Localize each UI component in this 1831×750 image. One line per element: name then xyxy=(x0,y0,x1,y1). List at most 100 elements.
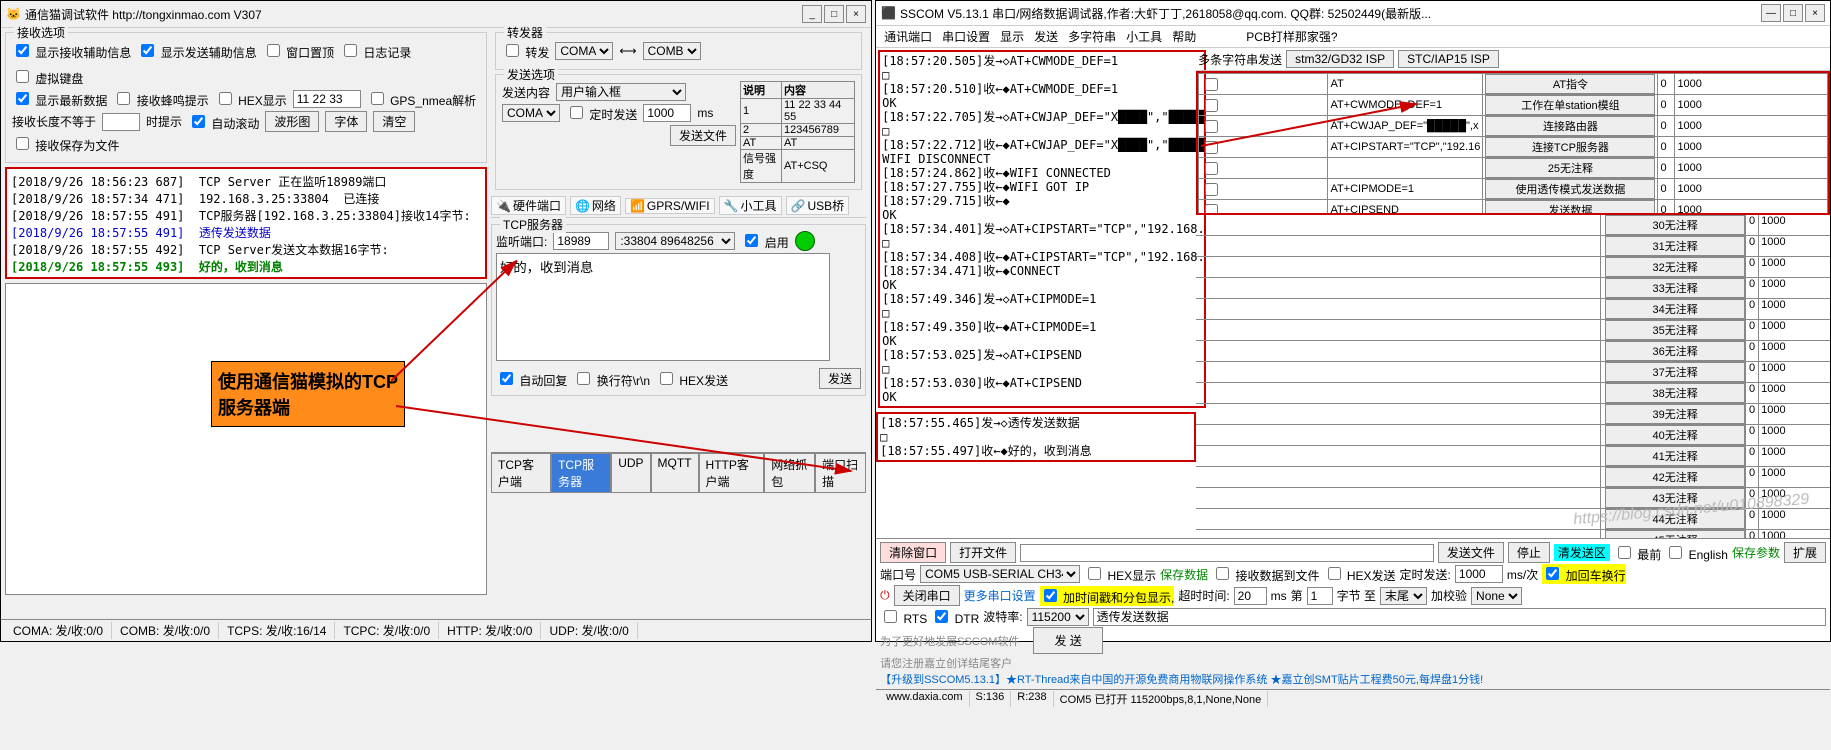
recv-len-input[interactable] xyxy=(102,113,140,131)
menu-item-2[interactable]: 显示 xyxy=(1000,28,1024,45)
send-text-input[interactable] xyxy=(1093,608,1826,626)
extend-button[interactable]: 扩展 xyxy=(1784,542,1826,563)
send-content-label: 发送内容 xyxy=(502,84,550,101)
menu-item-6[interactable]: 帮助 xyxy=(1172,28,1196,45)
clear-window-button[interactable]: 清除窗口 xyxy=(880,542,946,563)
log-record[interactable]: 日志记录 xyxy=(340,41,411,61)
file-path-input[interactable] xyxy=(1020,544,1434,562)
hex-send-r[interactable]: HEX发送 xyxy=(1324,564,1396,584)
open-file-button[interactable]: 打开文件 xyxy=(950,542,1016,563)
isp2-button[interactable]: STC/IAP15 ISP xyxy=(1398,50,1499,68)
wave-button[interactable]: 波形图 xyxy=(265,111,319,132)
menu-item-7[interactable]: PCB打样那家强? xyxy=(1246,28,1337,45)
auto-reply[interactable]: 自动回复 xyxy=(496,369,567,389)
interval-input[interactable] xyxy=(643,104,691,122)
forward-checkbox[interactable]: 转发 xyxy=(502,41,549,61)
command-table[interactable]: ATAT指令01000AT+CWMODE_DEF=1工作在单station模组0… xyxy=(1198,73,1828,215)
newline[interactable]: 换行符\r\n xyxy=(573,369,650,389)
hex-value-input[interactable] xyxy=(293,90,361,108)
english-checkbox[interactable]: English xyxy=(1665,543,1728,562)
usb-button[interactable]: 🔗USB桥 xyxy=(786,196,850,215)
maximize-button[interactable]: □ xyxy=(824,5,844,23)
timeout-input[interactable] xyxy=(1234,587,1267,605)
tab-0[interactable]: TCP客户端 xyxy=(491,453,551,493)
listen-port-input[interactable] xyxy=(553,232,609,250)
menu-item-4[interactable]: 多字符串 xyxy=(1068,28,1116,45)
sscom-window: ⬛ SSCOM V5.13.1 串口/网络数据调试器,作者:大虾丁丁,26180… xyxy=(875,0,1831,642)
send-mode-select[interactable]: 用户输入框 xyxy=(556,83,686,101)
sscom-minimize[interactable]: — xyxy=(1761,4,1781,22)
more-settings[interactable]: 更多串口设置 xyxy=(964,587,1036,604)
preset-table[interactable]: 说明内容 111 22 33 44 55 2123456789 ATAT 信号强… xyxy=(740,81,855,183)
send-main-button[interactable]: 发 送 xyxy=(1033,627,1102,654)
tab-6[interactable]: 端口扫描 xyxy=(815,453,866,493)
window-front[interactable]: 窗口置顶 xyxy=(263,41,334,61)
recv-options-title: 接收选项 xyxy=(14,24,68,41)
tab-4[interactable]: HTTP客户端 xyxy=(699,453,765,493)
virtual-kb[interactable]: 虚拟键盘 xyxy=(12,67,83,87)
auto-newline[interactable]: 加回车换行 xyxy=(1542,564,1625,584)
check-select[interactable]: None xyxy=(1471,587,1522,605)
hex-show-r[interactable]: HEX显示 xyxy=(1084,564,1156,584)
enable-checkbox[interactable]: 启用 xyxy=(741,231,788,251)
status-tcpc: TCPC: 发/收:0/0 xyxy=(335,622,439,639)
send-file-button[interactable]: 发送文件 xyxy=(670,125,736,146)
gps-parse[interactable]: GPS_nmea解析 xyxy=(367,89,476,109)
tab-2[interactable]: UDP xyxy=(611,453,650,493)
log-empty-area[interactable] xyxy=(5,283,487,595)
menu-item-0[interactable]: 通讯端口 xyxy=(884,28,932,45)
auto-scroll[interactable]: 自动滚动 xyxy=(188,112,259,132)
clear-send-button[interactable]: 清发送区 xyxy=(1554,544,1610,561)
front-checkbox[interactable]: 最前 xyxy=(1614,543,1661,563)
hex-send[interactable]: HEX发送 xyxy=(656,369,728,389)
forward-src[interactable]: COMA xyxy=(555,42,613,60)
clear-button[interactable]: 清空 xyxy=(373,111,415,132)
timed-input[interactable] xyxy=(1455,565,1503,583)
timed-send[interactable]: 定时发送 xyxy=(566,103,637,123)
hex-show[interactable]: HEX显示 xyxy=(215,89,287,109)
forward-dst[interactable]: COMB xyxy=(643,42,701,60)
close-port-button[interactable]: 关闭串口 xyxy=(894,585,960,606)
stop-button[interactable]: 停止 xyxy=(1508,542,1550,563)
font-button[interactable]: 字体 xyxy=(325,111,367,132)
rts-checkbox[interactable]: RTS xyxy=(880,607,927,626)
dtr-checkbox[interactable]: DTR xyxy=(931,607,979,626)
save-to-file[interactable]: 接收保存为文件 xyxy=(12,134,119,154)
timeout-label: 超时时间: xyxy=(1178,587,1229,604)
baud-select[interactable]: 115200 xyxy=(1027,608,1089,626)
port-select[interactable]: COM5 USB-SERIAL CH340 xyxy=(920,565,1080,583)
sscom-maximize[interactable]: □ xyxy=(1783,4,1803,22)
tab-5[interactable]: 网络抓包 xyxy=(764,453,815,493)
status-sent: S:136 xyxy=(970,691,1012,707)
tcp-message-input[interactable]: 好的，收到消息 xyxy=(496,253,830,361)
menu-item-5[interactable]: 小工具 xyxy=(1126,28,1162,45)
save-params-button[interactable]: 保存参数 xyxy=(1732,544,1780,561)
send-button[interactable]: 发送 xyxy=(819,368,861,389)
isp1-button[interactable]: stm32/GD32 ISP xyxy=(1286,50,1394,68)
recv-to-file[interactable]: 接收数据到文件 xyxy=(1212,564,1319,584)
menu-item-1[interactable]: 串口设置 xyxy=(942,28,990,45)
show-latest[interactable]: 显示最新数据 xyxy=(12,89,107,109)
show-send-aux[interactable]: 显示发送辅助信息 xyxy=(137,41,256,61)
close-button[interactable]: × xyxy=(846,5,866,23)
nth-input[interactable] xyxy=(1307,587,1333,605)
tab-1[interactable]: TCP服务器 xyxy=(551,453,611,493)
show-recv-aux[interactable]: 显示接收辅助信息 xyxy=(12,41,131,61)
menu-item-3[interactable]: 发送 xyxy=(1034,28,1058,45)
sscom-close[interactable]: × xyxy=(1805,4,1825,22)
gprs-button[interactable]: 📶GPRS/WIFI xyxy=(625,198,715,214)
tab-3[interactable]: MQTT xyxy=(651,453,699,493)
add-timestamp[interactable]: 加时间戳和分包显示, xyxy=(1040,586,1175,606)
tools-button[interactable]: 🔧小工具 xyxy=(719,196,782,215)
send-file-button-r[interactable]: 发送文件 xyxy=(1438,542,1504,563)
save-data-button[interactable]: 保存数据 xyxy=(1160,566,1208,583)
end-select[interactable]: 末尾 xyxy=(1380,587,1427,605)
client-select[interactable]: :33804 89648256 xyxy=(615,232,735,250)
sscom-titlebar: ⬛ SSCOM V5.13.1 串口/网络数据调试器,作者:大虾丁丁,26180… xyxy=(876,1,1830,26)
command-rest-list[interactable]: 30无注释0100031无注释0100032无注释0100033无注释01000… xyxy=(1196,215,1830,538)
send-port-select[interactable]: COMA xyxy=(502,104,560,122)
network-button[interactable]: 🌐网络 xyxy=(570,196,621,215)
beep[interactable]: 接收蜂鸣提示 xyxy=(113,89,208,109)
minimize-button[interactable]: _ xyxy=(802,5,822,23)
hw-port-button[interactable]: 🔌硬件端口 xyxy=(491,196,566,215)
